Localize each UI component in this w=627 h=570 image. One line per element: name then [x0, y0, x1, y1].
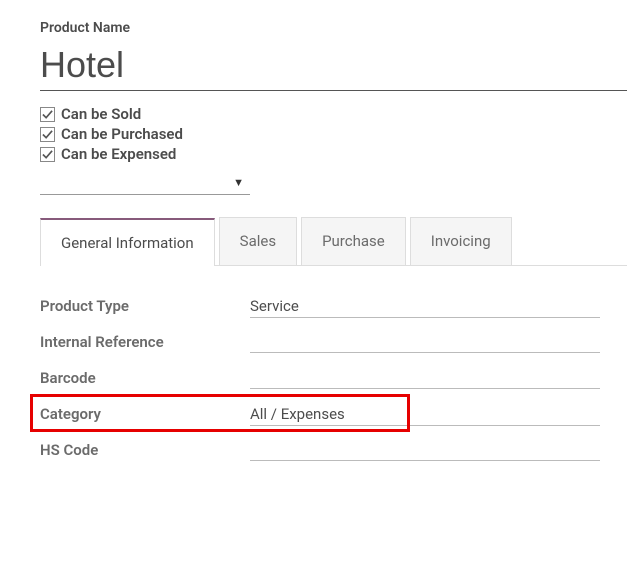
tab-invoicing[interactable]: Invoicing [410, 217, 512, 265]
check-icon [42, 149, 53, 160]
check-icon [42, 129, 53, 140]
internal-reference-label: Internal Reference [40, 333, 250, 351]
barcode-value[interactable] [250, 367, 600, 389]
can-be-expensed-checkbox[interactable] [40, 147, 55, 162]
tab-general-information[interactable]: General Information [40, 218, 215, 266]
can-be-sold-label: Can be Sold [61, 105, 141, 123]
general-form: Product Type Service Internal Reference … [40, 292, 600, 464]
internal-reference-value[interactable] [250, 331, 600, 353]
tab-sales[interactable]: Sales [219, 217, 297, 265]
can-be-purchased-label: Can be Purchased [61, 125, 183, 143]
product-name-section: Product Name [40, 20, 627, 91]
product-type-value[interactable]: Service [250, 295, 600, 318]
tab-purchase[interactable]: Purchase [301, 217, 406, 265]
can-be-purchased-checkbox[interactable] [40, 127, 55, 142]
caret-down-icon: ▼ [233, 176, 244, 189]
check-icon [42, 109, 53, 120]
product-name-label: Product Name [40, 20, 627, 36]
category-value[interactable]: All / Expenses [250, 403, 600, 426]
product-name-input[interactable] [40, 42, 627, 91]
product-options: Can be Sold Can be Purchased Can be Expe… [40, 105, 627, 163]
tab-bar: General Information Sales Purchase Invoi… [40, 217, 627, 266]
category-label: Category [40, 405, 250, 423]
hs-code-label: HS Code [40, 441, 250, 459]
product-type-label: Product Type [40, 297, 250, 315]
hs-code-value[interactable] [250, 439, 600, 461]
can-be-expensed-label: Can be Expensed [61, 145, 176, 163]
barcode-label: Barcode [40, 369, 250, 387]
can-be-sold-checkbox[interactable] [40, 107, 55, 122]
tag-dropdown[interactable]: ▼ [40, 171, 250, 195]
